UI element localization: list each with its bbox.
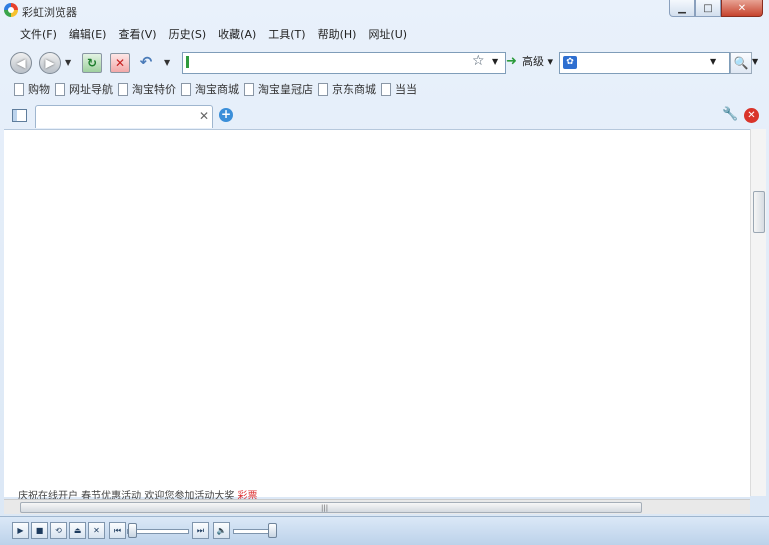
forward-icon: ▶	[45, 56, 55, 70]
stop-button[interactable]: ✕	[110, 53, 130, 73]
menu-view[interactable]: 查看(V)	[112, 26, 162, 44]
refresh-button[interactable]: ↻	[82, 53, 102, 73]
page-icon	[181, 82, 191, 96]
search-more-dropdown-icon[interactable]: ▼	[752, 57, 758, 66]
nav-toolbar: ◀ ▶ ▼ ↻ ✕ ↶ ▼ ☆ ▼ ➜ 高级 ▾ ✿ ▼ 🔍 ▼	[8, 51, 763, 75]
forward-dropdown-icon[interactable]: ▼	[65, 58, 71, 67]
seek-knob[interactable]	[128, 523, 137, 538]
page-secure-icon	[186, 56, 189, 68]
app-logo-icon	[4, 3, 18, 17]
play-icon: ▶	[17, 526, 24, 535]
stop-square-icon: ■	[35, 526, 44, 535]
forward-button[interactable]: ▶	[39, 52, 61, 74]
next-button[interactable]: ⏭	[192, 522, 209, 539]
volume-track[interactable]	[233, 529, 273, 534]
horizontal-scrollbar[interactable]: |||	[4, 499, 750, 514]
new-tab-icon[interactable]: +	[219, 108, 233, 122]
window-title: 彩虹浏览器	[22, 6, 77, 19]
menu-url[interactable]: 网址(U)	[362, 26, 413, 44]
previous-icon: ⏮	[113, 526, 122, 535]
previous-button[interactable]: ⏮	[109, 522, 126, 539]
sidebar-toggle-icon[interactable]	[12, 109, 27, 122]
page-icon	[14, 82, 24, 96]
page-icon	[55, 82, 65, 96]
play-button[interactable]: ▶	[12, 522, 29, 539]
bookmarks-bar: 购物 网址导航 淘宝特价 淘宝商城 淘宝皇冠店 京东商城 当当	[14, 81, 422, 97]
eject-icon: ⏏	[73, 526, 82, 535]
back-button[interactable]: ◀	[10, 52, 32, 74]
search-engine-dropdown-icon[interactable]: ▼	[710, 57, 716, 66]
tab-strip: ✕ + 🔧 ✕	[0, 103, 769, 129]
browser-window: 彩虹浏览器 ▁ □ ✕ 文件(F) 编辑(E) 查看(V) 历史(S) 收藏(A…	[0, 0, 769, 545]
page-icon	[381, 82, 391, 96]
search-engine-icon[interactable]: ✿	[563, 56, 577, 69]
menu-tools[interactable]: 工具(T)	[262, 26, 311, 44]
grip-icon: |||	[321, 504, 329, 512]
minimize-button[interactable]: ▁	[669, 0, 695, 17]
page-icon	[318, 82, 328, 96]
horizontal-scroll-thumb[interactable]: |||	[20, 502, 642, 513]
advanced-button[interactable]: 高级 ▾	[520, 54, 555, 70]
address-bar[interactable]	[182, 52, 506, 74]
speaker-icon: 🔈	[216, 526, 227, 535]
stop-icon: ✕	[114, 56, 126, 70]
close-icon: ✕	[93, 526, 100, 535]
menu-edit[interactable]: 编辑(E)	[63, 26, 113, 44]
volume-button[interactable]: 🔈	[213, 522, 230, 539]
window-controls: ▁ □ ✕	[669, 0, 763, 17]
bookmark-item[interactable]: 购物	[14, 81, 50, 97]
address-dropdown-icon[interactable]: ▼	[492, 57, 498, 66]
ticker-highlight: 彩票	[237, 491, 258, 499]
close-media-button[interactable]: ✕	[88, 522, 105, 539]
title-bar: 彩虹浏览器 ▁ □ ✕	[0, 0, 769, 22]
vertical-scrollbar[interactable]	[750, 129, 766, 496]
undo-dropdown-icon[interactable]: ▼	[164, 58, 170, 67]
bookmark-item[interactable]: 淘宝特价	[118, 81, 176, 97]
menu-help[interactable]: 帮助(H)	[312, 26, 363, 44]
news-ticker[interactable]: 庆祝在线开户 春节优惠活动 欢迎您参加活动大奖 彩票	[18, 487, 718, 499]
wrench-icon[interactable]: 🔧	[722, 107, 738, 122]
undo-close-button[interactable]: ↶	[137, 53, 155, 71]
menu-file[interactable]: 文件(F)	[14, 26, 63, 44]
vertical-scroll-thumb[interactable]	[753, 191, 765, 233]
star-icon[interactable]: ☆	[472, 53, 485, 69]
tab-active[interactable]: ✕	[35, 105, 213, 128]
bookmark-item[interactable]: 网址导航	[55, 81, 113, 97]
menu-favorites[interactable]: 收藏(A)	[212, 26, 262, 44]
search-button[interactable]: 🔍	[730, 52, 752, 74]
menu-bar: 文件(F) 编辑(E) 查看(V) 历史(S) 收藏(A) 工具(T) 帮助(H…	[14, 26, 413, 44]
next-icon: ⏭	[196, 526, 205, 535]
eject-button[interactable]: ⏏	[69, 522, 86, 539]
page-icon	[118, 82, 128, 96]
search-box[interactable]: ✿	[559, 52, 730, 74]
volume-knob[interactable]	[268, 523, 277, 538]
page-icon	[244, 82, 254, 96]
search-icon: 🔍	[733, 56, 749, 70]
bookmark-item[interactable]: 淘宝商城	[181, 81, 239, 97]
back-icon: ◀	[16, 56, 26, 70]
close-tab-icon[interactable]: ✕	[199, 109, 209, 123]
undo-icon: ↶	[139, 53, 153, 71]
menu-history[interactable]: 历史(S)	[163, 26, 213, 44]
maximize-button[interactable]: □	[695, 0, 721, 17]
bookmark-item[interactable]: 当当	[381, 81, 417, 97]
close-all-icon[interactable]: ✕	[744, 108, 759, 123]
bookmark-item[interactable]: 淘宝皇冠店	[244, 81, 313, 97]
refresh-icon: ↻	[86, 56, 98, 70]
close-window-button[interactable]: ✕	[721, 0, 763, 17]
repeat-button[interactable]: ⟲	[50, 522, 67, 539]
stop-media-button[interactable]: ■	[31, 522, 48, 539]
media-bar: ▶ ■ ⟲ ⏏ ✕ ⏮ ⏭ 🔈	[0, 516, 769, 545]
repeat-icon: ⟲	[55, 526, 62, 535]
bookmark-item[interactable]: 京东商城	[318, 81, 376, 97]
page-content	[4, 129, 750, 497]
